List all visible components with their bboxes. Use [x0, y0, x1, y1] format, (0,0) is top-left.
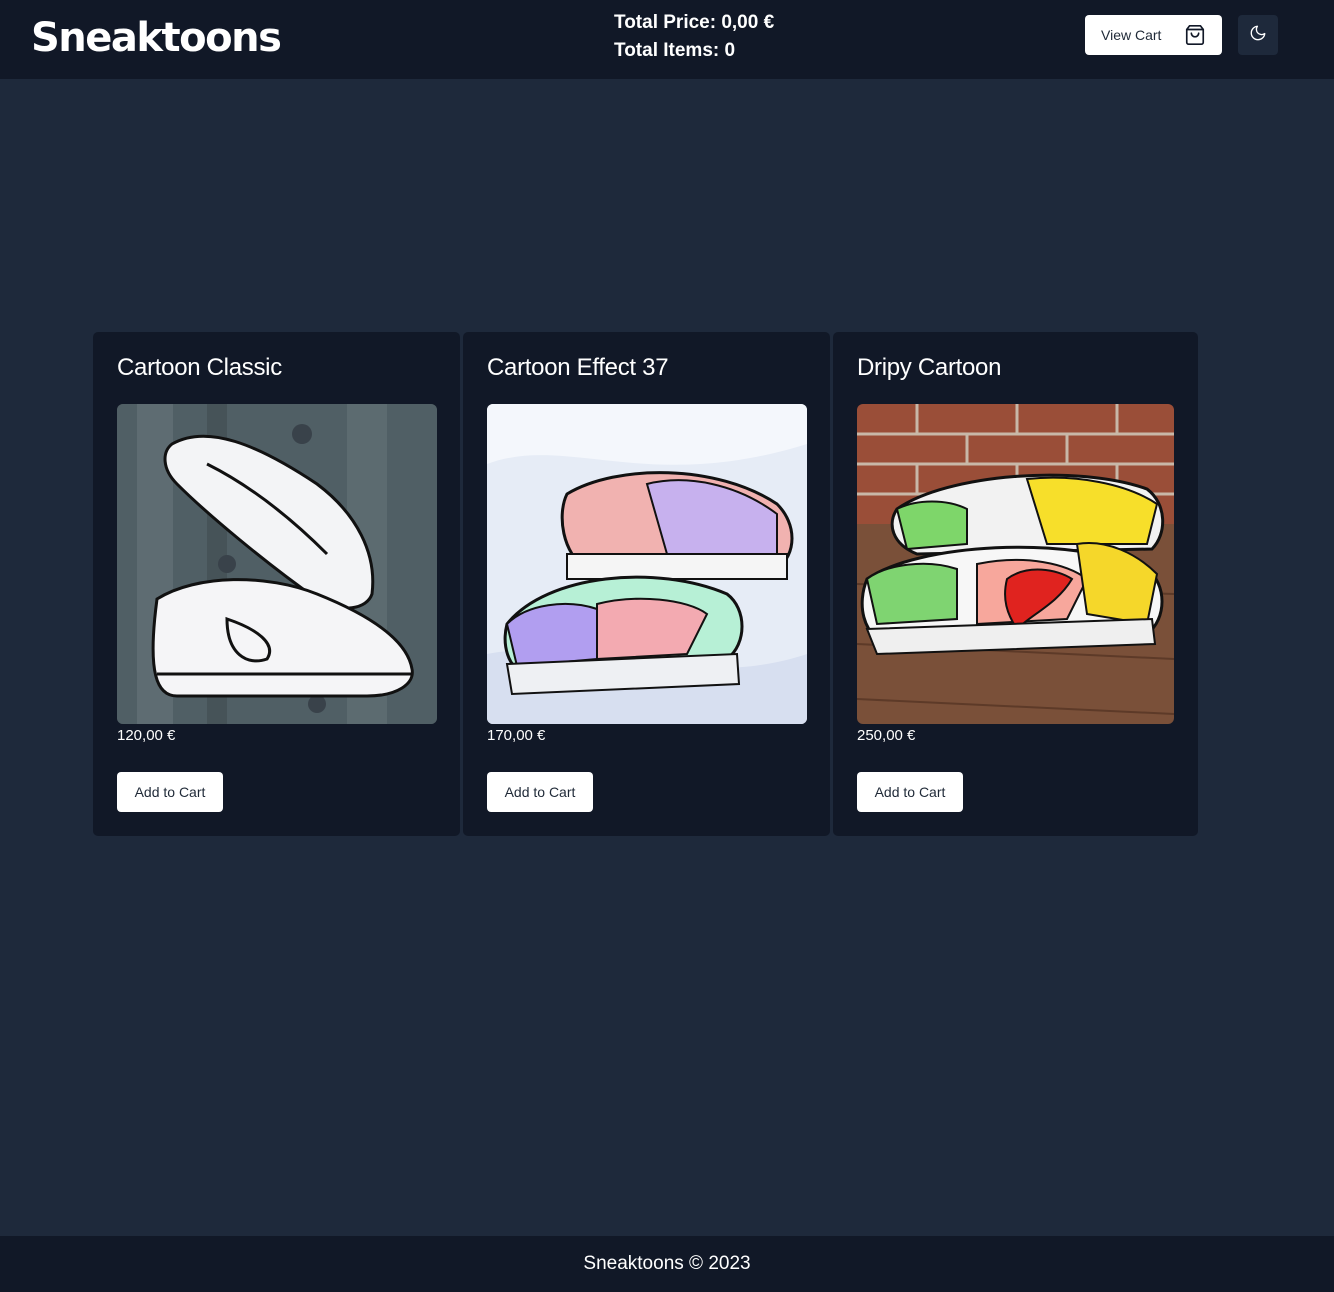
view-cart-button[interactable]: View Cart [1085, 15, 1222, 55]
header-bar: Sneaktoons Total Price: 0,00 € Total Ite… [0, 0, 1334, 79]
product-image[interactable] [117, 404, 437, 724]
shopping-bag-icon [1184, 24, 1206, 46]
add-to-cart-button[interactable]: Add to Cart [857, 772, 963, 812]
footer: Sneaktoons © 2023 [0, 1236, 1334, 1292]
product-title: Cartoon Effect 37 [487, 354, 669, 381]
moon-icon [1249, 24, 1267, 47]
total-price: Total Price: 0,00 € [614, 12, 775, 33]
product-title: Dripy Cartoon [857, 354, 1002, 381]
add-to-cart-button[interactable]: Add to Cart [487, 772, 593, 812]
product-price: 120,00 € [117, 727, 176, 744]
product-price: 170,00 € [487, 727, 546, 744]
product-card: Cartoon Classic 120,00 € Add to Cart [93, 332, 460, 836]
view-cart-label: View Cart [1101, 27, 1162, 43]
add-to-cart-button[interactable]: Add to Cart [117, 772, 223, 812]
page: Sneaktoons Total Price: 0,00 € Total Ite… [0, 0, 1334, 1292]
product-image[interactable] [857, 404, 1174, 724]
product-image[interactable] [487, 404, 807, 724]
cart-summary: Total Price: 0,00 € Total Items: 0 [614, 9, 774, 65]
product-card: Dripy Cartoon 250,00 € Add to Cart [833, 332, 1198, 836]
total-items: Total Items: 0 [614, 40, 736, 61]
brand-logo[interactable]: Sneaktoons [31, 12, 282, 64]
product-card: Cartoon Effect 37 170,00 € Add to Cart [463, 332, 830, 836]
footer-copyright: Sneaktoons © 2023 [583, 1253, 751, 1274]
product-price: 250,00 € [857, 727, 916, 744]
theme-toggle-button[interactable] [1238, 15, 1278, 55]
product-title: Cartoon Classic [117, 354, 282, 381]
